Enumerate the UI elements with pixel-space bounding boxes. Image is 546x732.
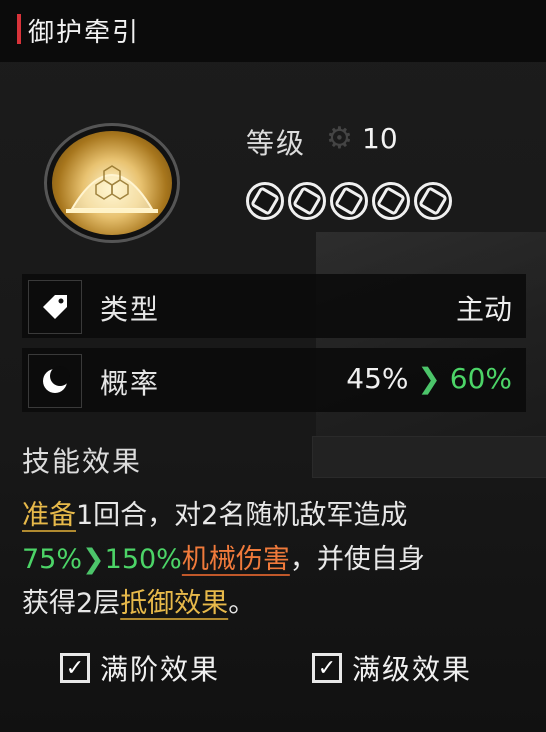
chevron-right-icon: ❯ — [417, 362, 441, 395]
effect-text: 获得2层 — [22, 588, 121, 619]
rate-label: 概率 — [100, 367, 161, 400]
keyword-resist-effect[interactable]: 抵御效果 — [120, 588, 228, 619]
effect-title: 技能效果 — [22, 445, 143, 478]
effect-description: 准备1回合，对2名随机敌军造成 75%❯150%机械伤害，并使自身 获得2层抵御… — [22, 494, 532, 626]
moon-icon — [28, 354, 82, 408]
title-bar: 御护牵引 — [0, 0, 546, 62]
effect-text: 1回合，对2名随机敌军造成 — [76, 500, 408, 531]
checkbox-checked-icon[interactable]: ✓ — [60, 653, 90, 683]
tag-icon — [28, 280, 82, 334]
type-label: 类型 — [100, 293, 161, 326]
background-panel — [312, 436, 546, 478]
effect-text: 。 — [228, 588, 256, 619]
star-icon — [246, 182, 284, 220]
rate-to: 60% — [449, 362, 512, 395]
toggle-max-level-label: 满级效果 — [352, 653, 473, 686]
keyword-prepare[interactable]: 准备 — [22, 500, 76, 531]
skill-title: 御护牵引 — [28, 18, 141, 48]
toggle-max-rank[interactable]: ✓ 满阶效果 — [60, 648, 220, 688]
title-accent-bar — [17, 14, 21, 44]
type-value: 主动 — [455, 293, 512, 326]
checkbox-checked-icon[interactable]: ✓ — [312, 653, 342, 683]
star-icon — [372, 182, 410, 220]
toggle-max-level[interactable]: ✓ 满级效果 — [312, 648, 472, 688]
type-row: 类型 主动 — [22, 274, 526, 338]
toggle-max-rank-label: 满阶效果 — [100, 653, 221, 686]
rate-value: 45% ❯ 60% — [346, 362, 512, 395]
rate-row: 概率 45% ❯ 60% — [22, 348, 526, 412]
chevron-right-icon: ❯ — [82, 544, 105, 575]
level-value: 10 — [362, 122, 398, 155]
star-icon — [330, 182, 368, 220]
dome-shield-icon — [52, 131, 172, 235]
level-label: 等级 — [246, 127, 307, 160]
damage-to: 150% — [104, 544, 182, 575]
star-icon — [288, 182, 326, 220]
level-gear-icon: ⚙ — [326, 121, 353, 156]
star-icon — [414, 182, 452, 220]
star-rating — [246, 182, 452, 220]
keyword-mech-damage[interactable]: 机械伤害 — [182, 544, 290, 575]
rate-from: 45% — [346, 362, 409, 395]
damage-from: 75% — [22, 544, 83, 575]
skill-icon — [44, 123, 184, 243]
effect-text: ，并使自身 — [289, 544, 425, 575]
